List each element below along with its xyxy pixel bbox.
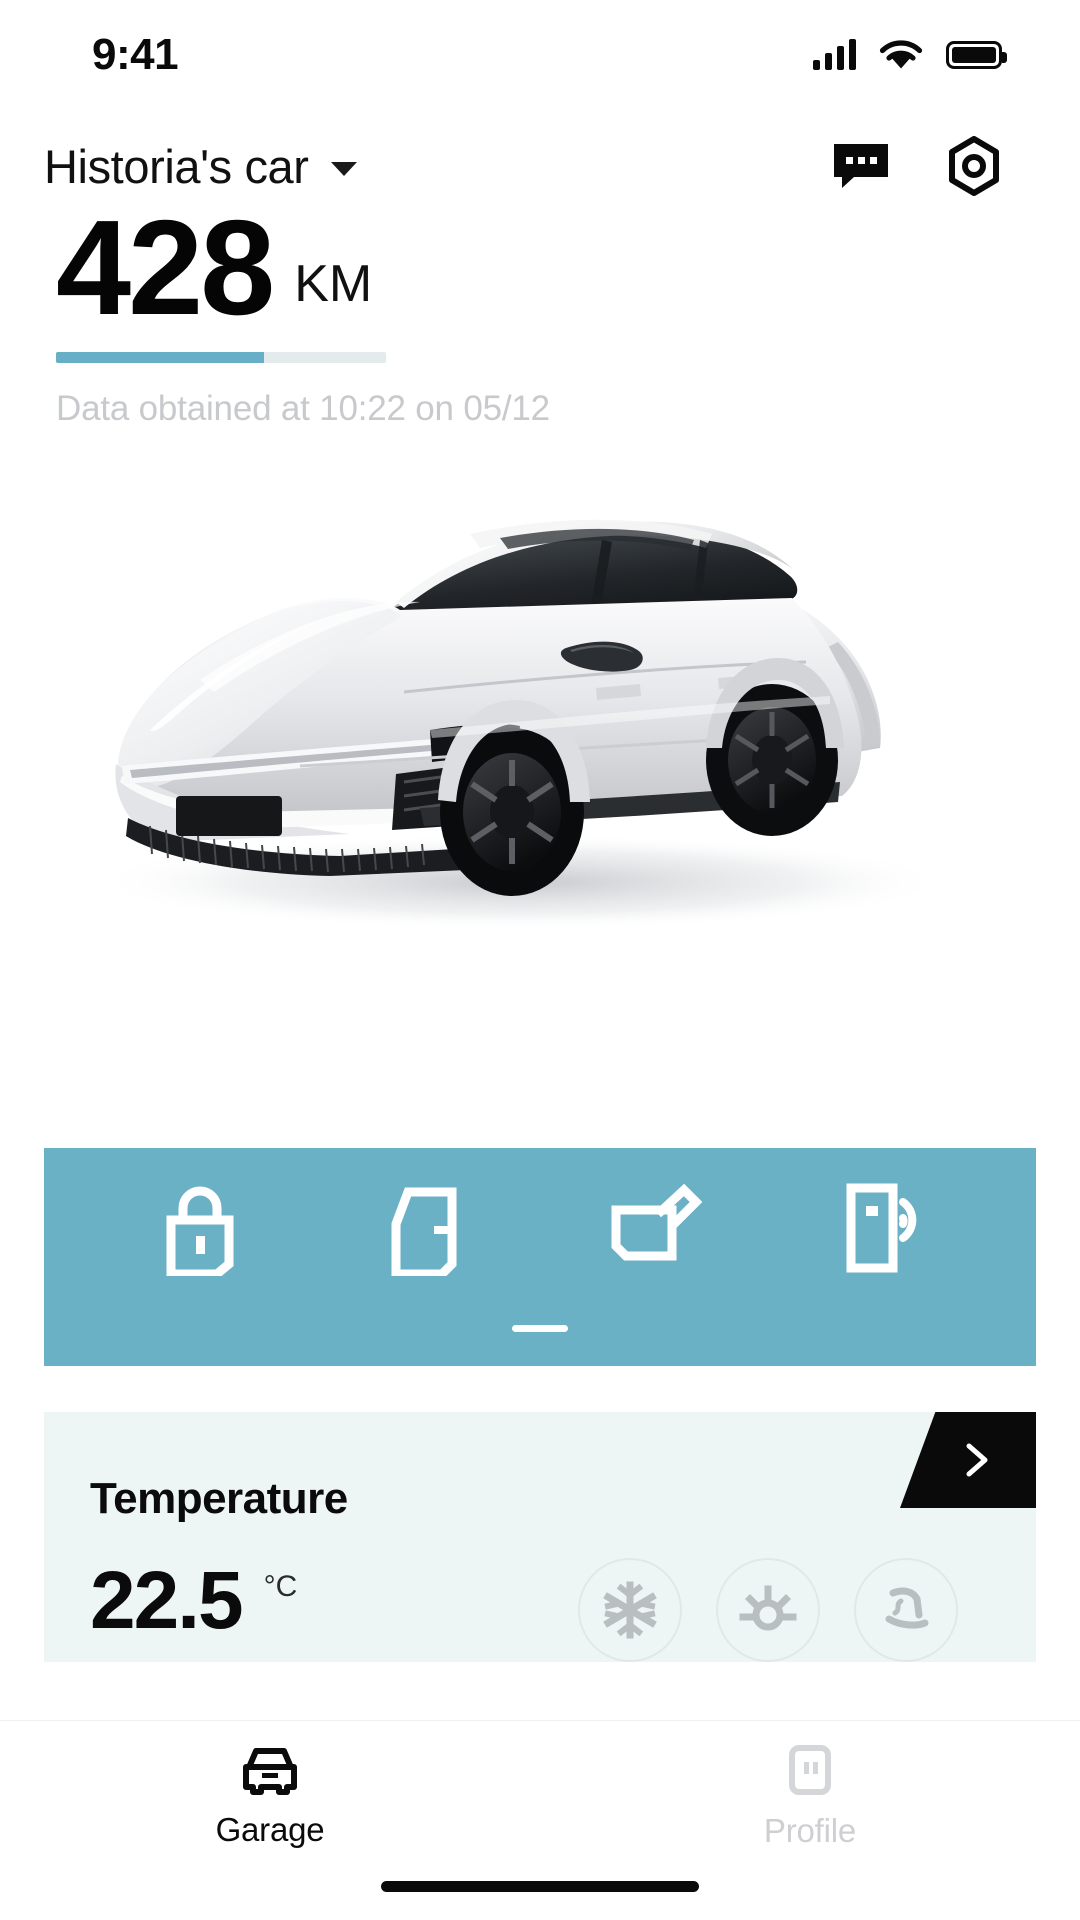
range-unit: KM (294, 255, 373, 314)
home-indicator (381, 1881, 699, 1892)
gear-icon[interactable] (944, 136, 1004, 196)
climate-mode-heat[interactable] (716, 1558, 820, 1662)
cellular-signal-icon (813, 39, 856, 70)
battery-progress-fill (56, 352, 264, 364)
range-value: 428 (56, 192, 275, 343)
bottom-nav-items: Garage Profile (0, 1721, 1080, 1871)
range-display: 428 KM Data obtained at 10:22 on 05/12 (56, 192, 550, 429)
quick-action-door[interactable] (367, 1168, 487, 1288)
range-value-row: 428 KM (56, 192, 550, 343)
sun-icon (739, 1585, 797, 1631)
climate-mode-seat[interactable] (854, 1558, 958, 1662)
car-front-icon (243, 1748, 297, 1795)
bottom-nav-label-profile: Profile (763, 1812, 857, 1849)
bottom-navigation: Garage Profile (0, 1720, 1080, 1920)
header-actions (830, 136, 1004, 196)
temperature-unit: °C (263, 1570, 298, 1603)
chevron-right-icon (966, 1443, 988, 1477)
vehicle-selector[interactable]: Historia's car (44, 139, 357, 194)
temperature-value: 22.5 (90, 1555, 244, 1646)
battery-progress-bar (56, 352, 386, 364)
status-bar-time: 9:41 (92, 30, 179, 79)
temperature-title: Temperature (90, 1474, 348, 1523)
car-door-icon (391, 1187, 456, 1276)
bottom-nav-item-garage[interactable]: Garage (0, 1721, 540, 1871)
quick-action-bar (44, 1148, 1036, 1366)
tailgate-icon (611, 1183, 702, 1261)
wifi-icon (879, 39, 923, 68)
snowflake-icon (603, 1581, 657, 1639)
temperature-reading: 22.5 °C (90, 1560, 297, 1642)
page-indicator[interactable] (44, 1308, 1036, 1348)
bottom-nav-label-garage: Garage (215, 1811, 325, 1848)
vehicle-illustration (90, 519, 950, 930)
quick-action-trunk[interactable] (594, 1168, 714, 1288)
remote-key-icon (846, 1183, 916, 1273)
quick-action-list (44, 1148, 1036, 1308)
message-bubble-icon[interactable] (830, 140, 892, 192)
status-bar-indicators (813, 39, 1007, 72)
bottom-nav-item-profile[interactable]: Profile (540, 1721, 1080, 1871)
climate-mode-cool[interactable] (578, 1558, 682, 1662)
temperature-card[interactable]: Temperature 22.5 °C (44, 1412, 1036, 1662)
status-bar: 9:41 (0, 0, 1080, 110)
vehicle-image (0, 430, 1080, 930)
battery-full-icon (946, 41, 1007, 69)
data-timestamp: Data obtained at 10:22 on 05/12 (56, 389, 550, 429)
quick-action-remote[interactable] (821, 1168, 941, 1288)
lock-icon (166, 1186, 233, 1276)
id-card-icon (789, 1745, 831, 1795)
temperature-detail-button[interactable] (900, 1412, 1036, 1508)
seat-heater-icon (885, 1587, 929, 1629)
vehicle-name: Historia's car (44, 139, 309, 193)
quick-action-lock[interactable] (140, 1168, 260, 1288)
climate-mode-list (578, 1558, 958, 1662)
chevron-down-icon (330, 162, 357, 176)
